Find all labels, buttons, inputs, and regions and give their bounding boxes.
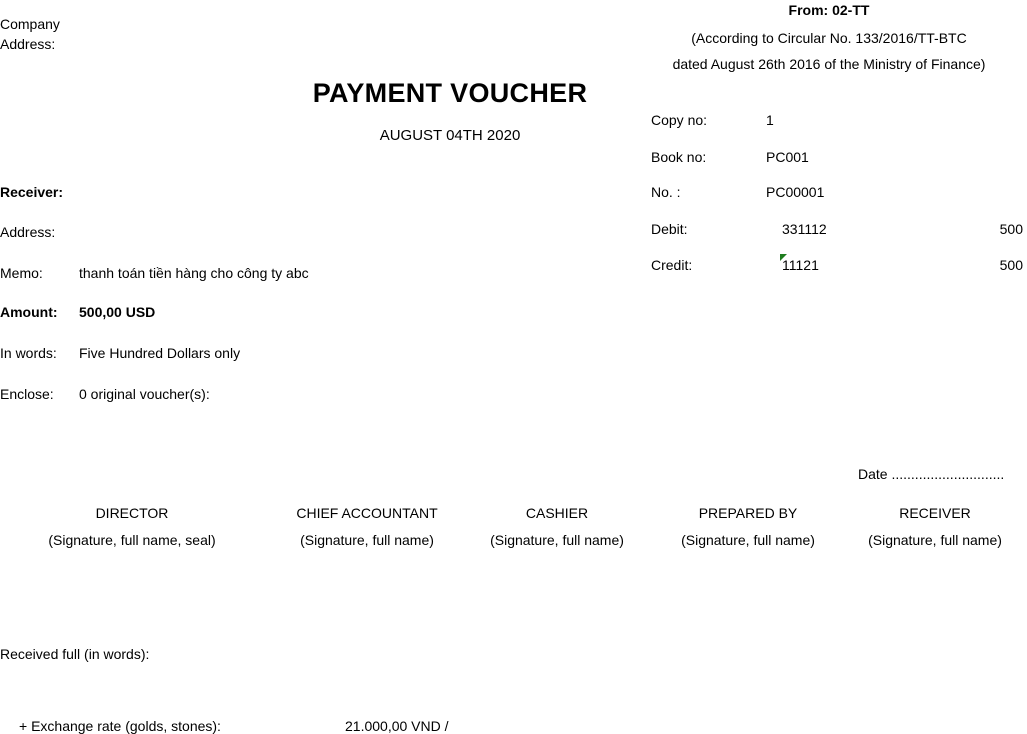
debit-amount: 500	[999, 221, 1023, 237]
signature-chief-accountant: CHIEF ACCOUNTANT (Signature, full name)	[272, 505, 462, 548]
exchange-rate-value: 21.000,00 VND /	[345, 718, 449, 734]
signature-director: DIRECTOR (Signature, full name, seal)	[37, 505, 227, 548]
signature-receiver: RECEIVER (Signature, full name)	[840, 505, 1027, 548]
voucher-date: AUGUST 04TH 2020	[379, 127, 521, 144]
amount-label: Amount:	[0, 304, 58, 320]
signature-role: CASHIER	[525, 505, 589, 521]
receiver-address-label: Address:	[0, 224, 56, 240]
signature-note: (Signature, full name)	[868, 532, 1002, 548]
amount-value: 500,00 USD	[79, 304, 156, 320]
copy-no-value: 1	[766, 112, 774, 128]
signature-note: (Signature, full name)	[681, 532, 815, 548]
signature-note: (Signature, full name)	[490, 532, 624, 548]
book-no-value: PC001	[766, 149, 809, 165]
form-code: From: 02-TT	[788, 2, 870, 18]
signature-role: CHIEF ACCOUNTANT	[296, 505, 438, 521]
receiver-label: Receiver:	[0, 184, 64, 200]
credit-label: Credit:	[651, 257, 693, 273]
memo-label: Memo:	[0, 265, 43, 281]
memo-value: thanh toán tiền hàng cho công ty abc	[79, 265, 309, 281]
date-line: Date .............................	[858, 466, 1005, 482]
signature-role: PREPARED BY	[698, 505, 798, 521]
signature-role: RECEIVER	[899, 505, 971, 521]
circular-line-1: (According to Circular No. 133/2016/TT-B…	[691, 30, 967, 46]
signature-note: (Signature, full name, seal)	[48, 532, 216, 548]
book-no-label: Book no:	[651, 149, 707, 165]
enclose-value: 0 original voucher(s):	[79, 386, 210, 402]
received-full-label: Received full (in words):	[0, 646, 150, 662]
signature-note: (Signature, full name)	[300, 532, 434, 548]
signature-role: DIRECTOR	[95, 505, 169, 521]
exchange-rate-label: + Exchange rate (golds, stones):	[19, 718, 221, 734]
voucher-no-label: No. :	[651, 184, 681, 200]
signature-prepared-by: PREPARED BY (Signature, full name)	[653, 505, 843, 548]
debit-account: 331112	[782, 221, 827, 237]
debit-label: Debit:	[651, 221, 688, 237]
credit-amount: 500	[999, 257, 1023, 273]
enclose-label: Enclose:	[0, 386, 54, 402]
voucher-title: PAYMENT VOUCHER	[312, 78, 588, 108]
circular-line-2: dated August 26th 2016 of the Ministry o…	[672, 56, 986, 72]
company-address-label: Address:	[0, 36, 56, 52]
signature-cashier: CASHIER (Signature, full name)	[462, 505, 652, 548]
credit-account: 11121	[782, 257, 819, 273]
in-words-label: In words:	[0, 345, 57, 361]
copy-no-label: Copy no:	[651, 112, 708, 128]
voucher-no-value: PC00001	[766, 184, 825, 200]
company-label: Company	[0, 16, 60, 32]
in-words-value: Five Hundred Dollars only	[79, 345, 241, 361]
